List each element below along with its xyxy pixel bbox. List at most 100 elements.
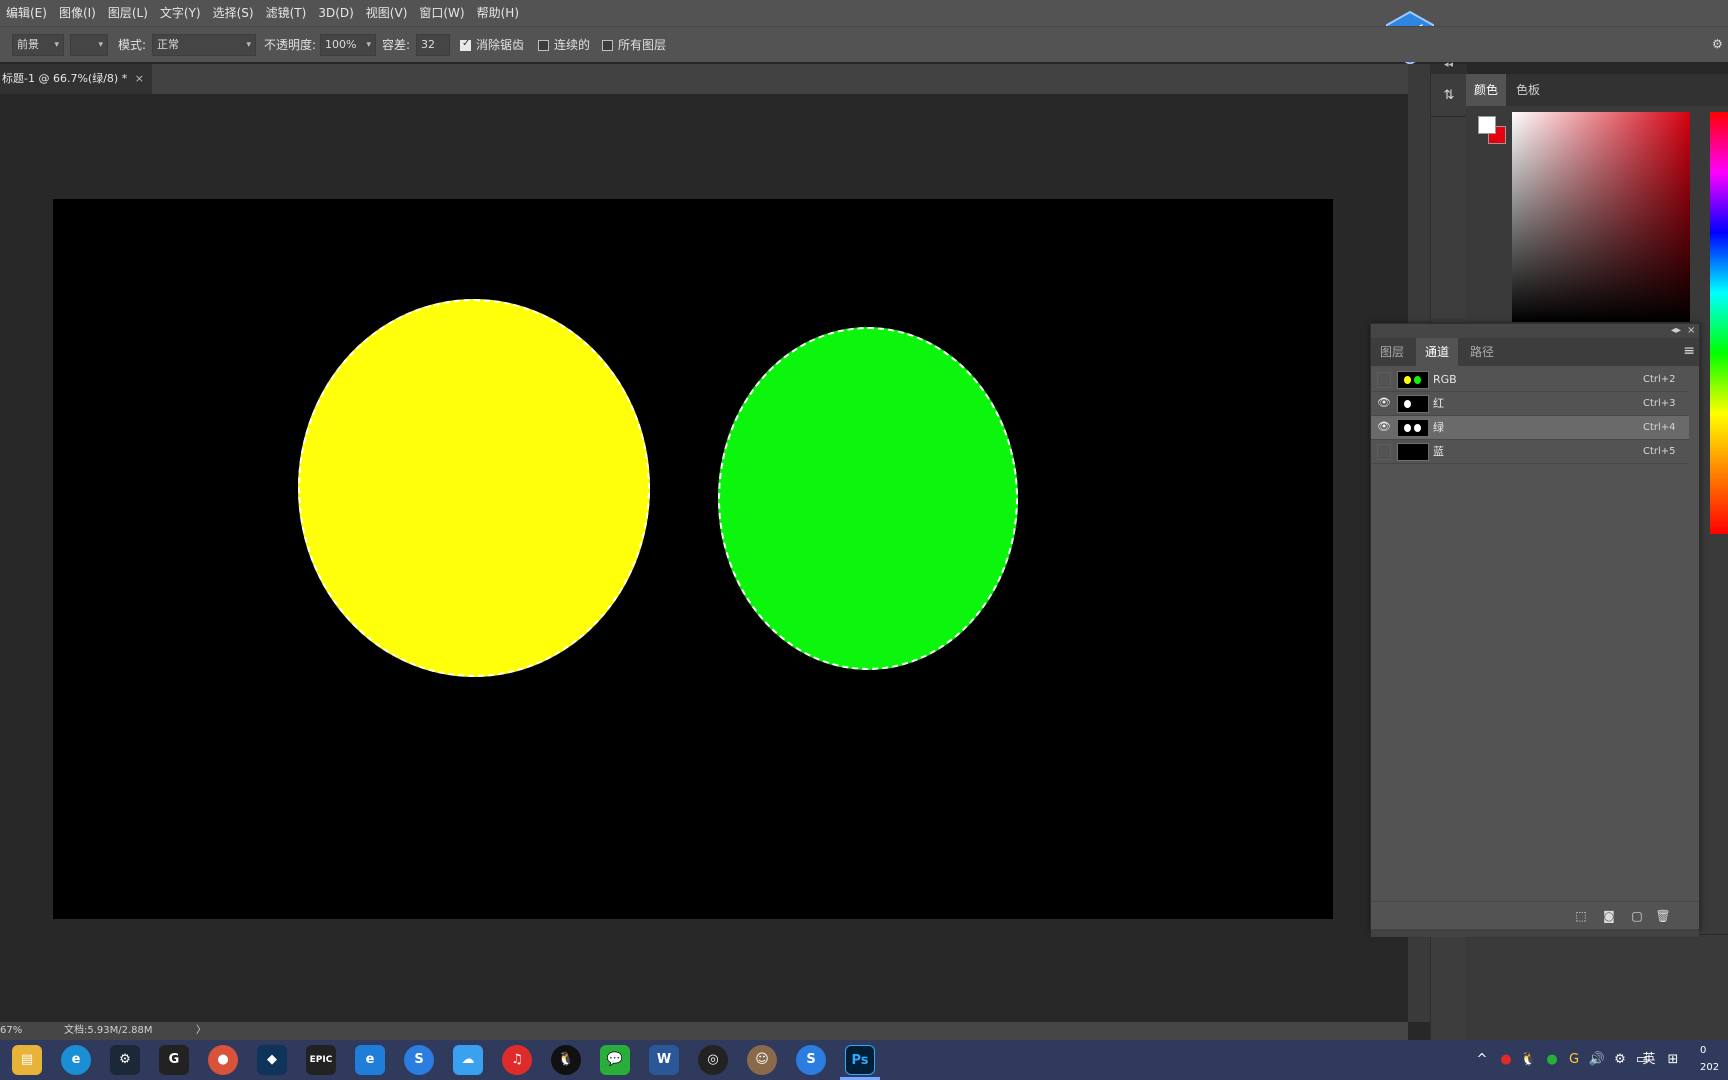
eye-icon[interactable]: 👁 [1377, 420, 1391, 436]
mode-select[interactable]: 正常 ▾ [152, 34, 256, 56]
wechat-tray-icon[interactable]: ● [1544, 1050, 1560, 1070]
load-selection-icon[interactable]: ⬚ [1573, 908, 1589, 924]
settings-icon[interactable]: ⚙ [1712, 37, 1723, 51]
tab-color[interactable]: 颜色 [1466, 74, 1507, 106]
clock[interactable]: 0 202 [1700, 1042, 1719, 1076]
channel-name: 绿 [1433, 421, 1444, 434]
color-panel-tabs: 颜色 色板 [1466, 74, 1728, 106]
new-channel-icon[interactable]: ▢ [1629, 908, 1645, 924]
tab-layers[interactable]: 图层 [1371, 338, 1413, 366]
menu-help[interactable]: 帮助(H) [471, 0, 525, 26]
fill-source-value: 前景 [17, 38, 39, 51]
menu-image[interactable]: 图像(I) [53, 0, 102, 26]
channels-panel-header[interactable]: ◂▸ × [1371, 324, 1699, 338]
zoom-level[interactable]: 67% [0, 1022, 22, 1040]
steam-icon[interactable]: ⚙ [110, 1045, 140, 1075]
tolerance-input[interactable]: 32 [416, 34, 450, 56]
panel-resize-grip[interactable] [1371, 929, 1699, 937]
volume-icon[interactable]: 🔊 [1588, 1050, 1606, 1070]
channel-row-rgb[interactable]: RGB Ctrl+2 [1371, 368, 1689, 392]
document-tab[interactable]: 标题-1 @ 66.7%(绿/8) * × [0, 64, 152, 94]
wechat-icon[interactable]: 💬 [600, 1045, 630, 1075]
fill-source-select[interactable]: 前景 ▾ [12, 34, 64, 56]
netease-tray-icon[interactable]: ● [1498, 1050, 1514, 1070]
red-app-icon[interactable]: ● [208, 1045, 238, 1075]
collapse-icon[interactable]: ◂▸ [1671, 324, 1681, 338]
save-selection-icon[interactable]: ◙ [1601, 908, 1617, 924]
menu-filter[interactable]: 滤镜(T) [260, 0, 313, 26]
menu-type[interactable]: 文字(Y) [154, 0, 207, 26]
sogou-icon[interactable]: S [404, 1045, 434, 1075]
hue-slider[interactable] [1710, 112, 1728, 534]
channel-name: 蓝 [1433, 445, 1444, 458]
collapse-icon[interactable]: ◂◂ [1444, 60, 1453, 70]
document-canvas[interactable] [53, 199, 1333, 919]
chevron-up-icon[interactable]: ^ [1474, 1050, 1490, 1070]
epic-games-icon[interactable]: EPIC [306, 1045, 336, 1075]
document-tab-title: 标题-1 @ 66.7%(绿/8) * [2, 72, 128, 85]
tab-channels[interactable]: 通道 [1416, 338, 1459, 366]
history-panel-icon[interactable]: ⇅ [1440, 88, 1458, 106]
tab-swatches[interactable]: 色板 [1508, 74, 1548, 106]
close-icon[interactable]: × [135, 64, 144, 94]
chevron-right-icon[interactable]: 〉 [196, 1022, 206, 1040]
channel-row-blue[interactable]: 蓝 Ctrl+5 [1371, 440, 1689, 464]
menu-view[interactable]: 视图(V) [360, 0, 414, 26]
eye-icon[interactable]: 👁 [1377, 396, 1391, 412]
close-icon[interactable]: × [1687, 324, 1695, 338]
delete-icon[interactable]: 🗑 [1655, 908, 1671, 924]
channel-row-red[interactable]: 👁 红 Ctrl+3 [1371, 392, 1689, 416]
selection-marquee-green [718, 327, 1018, 670]
chevron-down-icon: ▾ [246, 40, 251, 50]
sogou-2-icon[interactable]: S [796, 1045, 826, 1075]
mode-value: 正常 [157, 38, 179, 51]
channel-row-green[interactable]: 👁 绿 Ctrl+4 [1371, 416, 1689, 440]
photoshop-icon[interactable]: Ps [840, 1045, 880, 1080]
panel-menu-icon[interactable]: ≡ [1683, 343, 1695, 359]
ime-mode-icon[interactable]: ⊞ [1664, 1050, 1682, 1070]
status-bar: 67% 文档:5.93M/2.88M 〉 [0, 1022, 1408, 1040]
contiguous-checkbox[interactable] [538, 40, 549, 51]
taskbar: ▤ e ⚙ G ● ◆ EPIC e S ☁ ♫ 🐧 💬 W ◎ ☺ S Ps … [0, 1040, 1728, 1080]
menu-select[interactable]: 选择(S) [207, 0, 260, 26]
menu-window[interactable]: 窗口(W) [413, 0, 470, 26]
qq-tray-icon[interactable]: 🐧 [1520, 1050, 1536, 1070]
opacity-input[interactable]: 100% ▾ [320, 34, 376, 56]
canvas-workspace[interactable] [0, 94, 1408, 1022]
channel-shortcut: Ctrl+4 [1643, 422, 1676, 433]
options-bar: 前景 ▾ ▾ 模式: 正常 ▾ 不透明度: 100% ▾ 容差: 32 消除锯齿… [0, 26, 1728, 62]
input-language[interactable]: 英 [1640, 1050, 1658, 1070]
avatar-app-icon[interactable]: ☺ [747, 1045, 777, 1075]
word-icon[interactable]: W [649, 1045, 679, 1075]
blue-edge-icon[interactable]: e [355, 1045, 385, 1075]
g-tray-icon[interactable]: G [1566, 1050, 1582, 1070]
menu-bar: 编辑(E) 图像(I) 图层(L) 文字(Y) 选择(S) 滤镜(T) 3D(D… [0, 0, 1728, 26]
qq-icon[interactable]: 🐧 [551, 1045, 581, 1075]
steam-tray-icon[interactable]: ⚙ [1612, 1050, 1628, 1070]
tolerance-label: 容差: [382, 38, 411, 52]
blue-app-icon[interactable]: ◆ [257, 1045, 287, 1075]
channel-shortcut: Ctrl+5 [1643, 446, 1676, 457]
menu-layer[interactable]: 图层(L) [102, 0, 154, 26]
dock-divider [1431, 116, 1467, 117]
cloud-app-icon[interactable]: ☁ [453, 1045, 483, 1075]
saturation-value-field[interactable] [1512, 112, 1690, 322]
visibility-toggle[interactable] [1377, 372, 1391, 388]
mode-label: 模式: [118, 38, 147, 52]
obs-icon[interactable]: ◎ [698, 1045, 728, 1075]
edge-icon[interactable]: e [61, 1045, 91, 1075]
file-explorer-icon[interactable]: ▤ [12, 1045, 42, 1075]
antialias-checkbox[interactable] [460, 38, 471, 51]
menu-edit[interactable]: 编辑(E) [0, 0, 53, 26]
all-layers-checkbox[interactable] [602, 40, 613, 51]
g-app-icon[interactable]: G [159, 1045, 189, 1075]
pattern-select[interactable]: ▾ [70, 34, 108, 56]
menu-3d[interactable]: 3D(D) [312, 0, 359, 26]
channels-panel: ◂▸ × 图层 通道 路径 ≡ RGB Ctrl+2 👁 红 Ctrl+3 👁 [1370, 323, 1700, 937]
tab-paths[interactable]: 路径 [1461, 338, 1503, 366]
netease-music-icon[interactable]: ♫ [502, 1045, 532, 1075]
chevron-down-icon: ▾ [98, 40, 103, 50]
visibility-toggle[interactable] [1377, 444, 1391, 460]
foreground-color-swatch[interactable] [1478, 116, 1496, 134]
opacity-value: 100% [325, 38, 357, 51]
